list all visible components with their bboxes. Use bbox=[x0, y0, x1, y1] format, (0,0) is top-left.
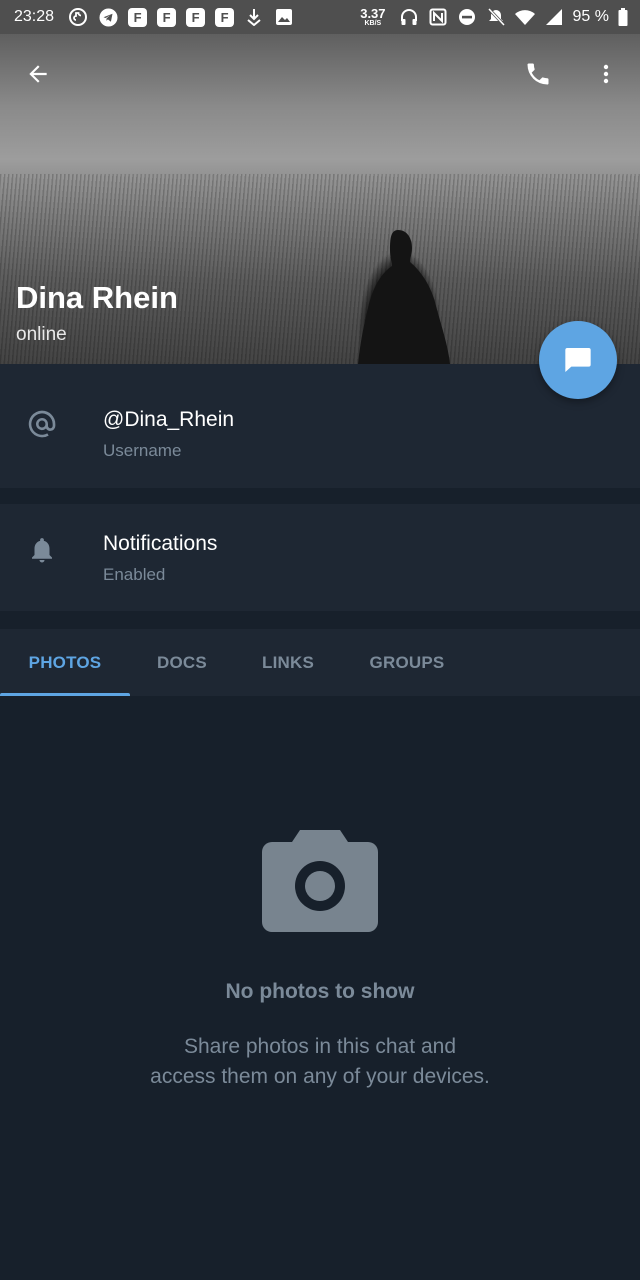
cover-photo-texture bbox=[0, 174, 640, 364]
tab-links[interactable]: LINKS bbox=[234, 629, 342, 696]
notifications-value: Enabled bbox=[103, 565, 166, 584]
tiktok-icon bbox=[68, 7, 88, 27]
headphones-icon bbox=[399, 7, 419, 27]
media-tabs: PHOTOS DOCS LINKS GROUPS bbox=[0, 629, 640, 696]
empty-state-line-2: access them on any of your devices. bbox=[150, 1065, 490, 1088]
notifications-row[interactable]: Notifications Enabled bbox=[0, 504, 640, 611]
camera-icon bbox=[262, 830, 378, 932]
image-icon bbox=[274, 7, 294, 27]
username-label: Username bbox=[103, 441, 182, 460]
phone-icon bbox=[527, 63, 549, 85]
notifications-title: Notifications bbox=[103, 532, 218, 555]
more-vert-icon bbox=[603, 64, 609, 84]
photos-empty-state: No photos to show Share photos in this c… bbox=[0, 696, 640, 1280]
mute-icon bbox=[486, 7, 506, 27]
send-message-button[interactable] bbox=[539, 321, 617, 399]
username-row[interactable]: @Dina_Rhein Username bbox=[0, 364, 640, 488]
f-app-icon: F bbox=[157, 7, 177, 27]
profile-status: online bbox=[16, 324, 67, 345]
dnd-icon bbox=[457, 7, 477, 27]
message-icon bbox=[565, 348, 591, 372]
battery-icon bbox=[618, 7, 628, 27]
empty-state-title: No photos to show bbox=[225, 980, 415, 1003]
nfc-icon bbox=[428, 7, 448, 27]
call-button[interactable] bbox=[514, 50, 562, 98]
battery-percent: 95 % bbox=[572, 8, 609, 25]
cover-photo-figure bbox=[358, 230, 450, 364]
tab-docs[interactable]: DOCS bbox=[130, 629, 234, 696]
tab-groups[interactable]: GROUPS bbox=[342, 629, 472, 696]
notifications-section: Notifications Enabled bbox=[0, 504, 640, 611]
at-sign-icon bbox=[22, 404, 62, 444]
username-section: @Dina_Rhein Username bbox=[0, 364, 640, 488]
download-icon bbox=[244, 7, 264, 27]
network-speed-value: 3.37 bbox=[360, 6, 386, 21]
status-bar-right: 3.37 KB/S 95 % bbox=[360, 7, 628, 27]
empty-state-line-1: Share photos in this chat and bbox=[183, 1035, 456, 1058]
status-bar: 23:28 F F F F 3.37 KB/S 95 % bbox=[0, 0, 640, 34]
profile-header: Dina Rhein online bbox=[0, 34, 640, 364]
back-arrow-icon bbox=[29, 65, 47, 83]
telegram-icon bbox=[98, 7, 118, 27]
back-button[interactable] bbox=[14, 50, 62, 98]
network-speed: 3.37 KB/S bbox=[360, 7, 385, 27]
status-time: 23:28 bbox=[14, 8, 55, 25]
f-app-icon: F bbox=[128, 7, 148, 27]
f-app-icon: F bbox=[186, 7, 206, 27]
network-speed-unit: KB/S bbox=[364, 20, 382, 27]
wifi-icon bbox=[514, 7, 535, 27]
f-app-icon: F bbox=[215, 7, 235, 27]
more-options-button[interactable] bbox=[582, 50, 630, 98]
bell-icon bbox=[22, 530, 62, 570]
tab-photos[interactable]: PHOTOS bbox=[0, 629, 130, 696]
username-value: @Dina_Rhein bbox=[103, 408, 235, 431]
status-bar-left: 23:28 F F F F bbox=[14, 7, 294, 27]
signal-icon bbox=[544, 7, 564, 27]
empty-state-description: Share photos in this chat and access the… bbox=[0, 1032, 640, 1092]
profile-name: Dina Rhein bbox=[16, 280, 178, 315]
